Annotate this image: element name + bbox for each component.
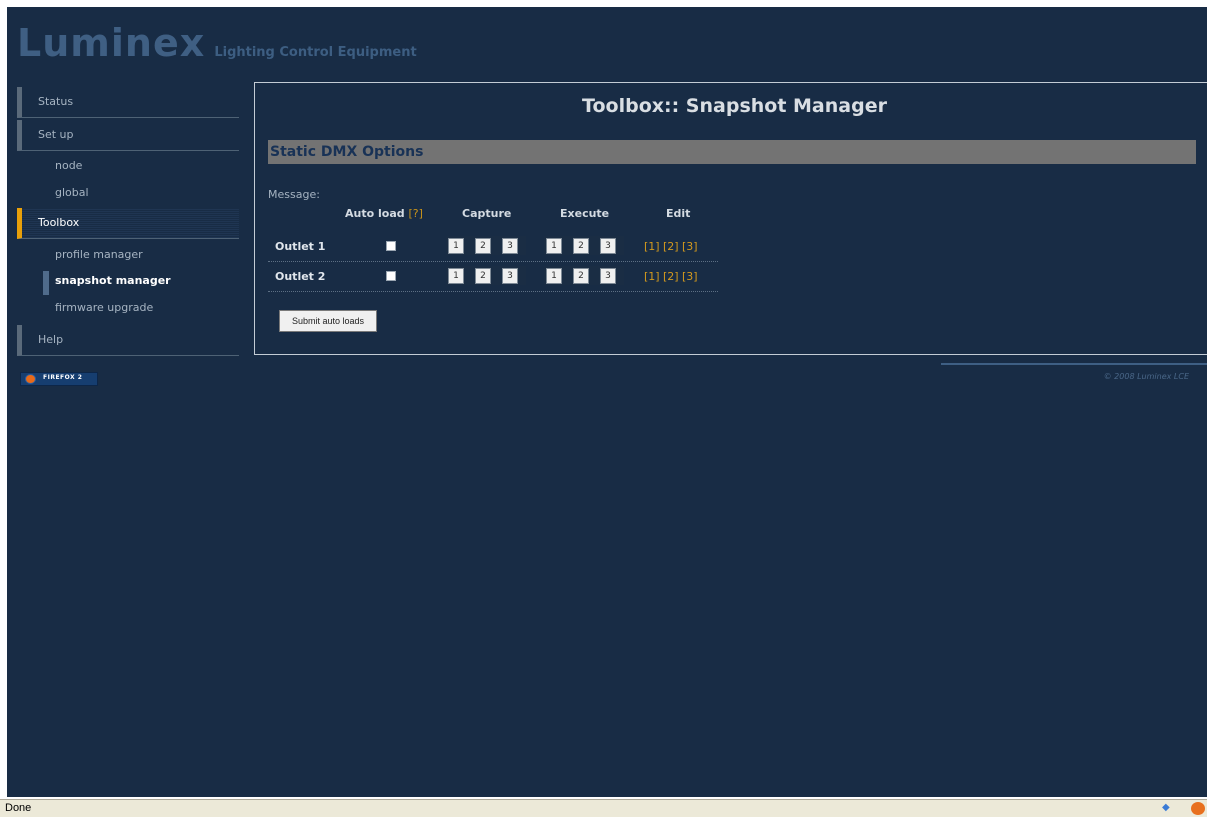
outlet-1-autoload-checkbox[interactable] <box>386 241 396 251</box>
outlet-1-execute-group: 1 2 3 <box>544 236 624 255</box>
outlet-1-edit-2-link[interactable]: [2] <box>663 240 679 253</box>
nav-toolbox-profile-manager[interactable]: profile manager <box>55 248 143 261</box>
autoload-help-link[interactable]: [?] <box>408 207 422 220</box>
outlet-2-execute-group: 1 2 3 <box>544 266 624 285</box>
outlet-2-execute-1-button[interactable]: 1 <box>546 268 562 284</box>
outlet-2-edit-1-link[interactable]: [1] <box>644 270 660 283</box>
header-edit: Edit <box>666 207 691 220</box>
header-execute: Execute <box>560 207 610 220</box>
message-label: Message: <box>268 188 320 201</box>
nav-help[interactable]: Help <box>17 325 239 356</box>
copyright-text: © 2008 Luminex LCE <box>1103 372 1189 381</box>
nav-toolbox-snapshot-manager[interactable]: snapshot manager <box>55 274 171 287</box>
section-title: Static DMX Options <box>270 144 424 160</box>
outlet-1-execute-3-button[interactable]: 3 <box>600 238 616 254</box>
outlet-2-label: Outlet 2 <box>275 270 326 283</box>
outlet-1-execute-1-button[interactable]: 1 <box>546 238 562 254</box>
outlet-1-capture-2-button[interactable]: 2 <box>475 238 491 254</box>
logo-wordmark: Luminex <box>17 21 206 65</box>
outlet-1-execute-2-button[interactable]: 2 <box>573 238 589 254</box>
firefox-status-icon[interactable] <box>1191 802 1205 815</box>
firefox-icon <box>25 374 36 384</box>
outlet-1-edit-3-link[interactable]: [3] <box>682 240 698 253</box>
outlet-2-autoload-checkbox[interactable] <box>386 271 396 281</box>
header-autoload-label: Auto load <box>345 207 405 220</box>
outlet-2-capture-2-button[interactable]: 2 <box>475 268 491 284</box>
firefox-badge-label: FIREFOX 2 <box>43 374 83 381</box>
outlet-2-capture-3-button[interactable]: 3 <box>502 268 518 284</box>
section-header: Static DMX Options <box>268 140 1196 164</box>
outlet-2-execute-2-button[interactable]: 2 <box>573 268 589 284</box>
nav-toolbox[interactable]: Toolbox <box>17 208 239 239</box>
footer-divider <box>941 363 1207 365</box>
network-icon[interactable]: ◆ <box>1162 802 1176 814</box>
submit-auto-loads-button[interactable]: Submit auto loads <box>279 310 377 332</box>
nav-setup-node[interactable]: node <box>55 159 82 172</box>
outlet-2-capture-group: 1 2 3 <box>446 266 526 285</box>
outlet-1-capture-group: 1 2 3 <box>446 236 526 255</box>
page-title: Toolbox:: Snapshot Manager <box>582 95 887 117</box>
nav-toolbox-firmware-upgrade[interactable]: firmware upgrade <box>55 301 153 314</box>
browser-statusbar: Done ◆ <box>0 799 1207 817</box>
outlet-1-capture-3-button[interactable]: 3 <box>502 238 518 254</box>
outlet-1-capture-1-button[interactable]: 1 <box>448 238 464 254</box>
outlet-2-capture-1-button[interactable]: 1 <box>448 268 464 284</box>
nav-status[interactable]: Status <box>17 87 239 118</box>
outlet-1-label: Outlet 1 <box>275 240 326 253</box>
luminex-logo[interactable]: Luminex Lighting Control Equipment <box>17 21 417 65</box>
firefox-badge[interactable]: FIREFOX 2 <box>20 372 98 386</box>
current-page-marker <box>43 271 49 295</box>
outlet-2-edit-3-link[interactable]: [3] <box>682 270 698 283</box>
nav-setup[interactable]: Set up <box>17 120 239 151</box>
status-text: Done <box>5 802 32 814</box>
row-divider <box>268 261 718 262</box>
content-panel: Toolbox:: Snapshot Manager Static DMX Op… <box>254 82 1207 355</box>
nav-setup-global[interactable]: global <box>55 186 89 199</box>
outlet-2-execute-3-button[interactable]: 3 <box>600 268 616 284</box>
logo-tagline: Lighting Control Equipment <box>214 45 417 60</box>
header-capture: Capture <box>462 207 512 220</box>
outlet-2-edit-2-link[interactable]: [2] <box>663 270 679 283</box>
row-divider <box>268 291 718 292</box>
page: Luminex Lighting Control Equipment Statu… <box>7 7 1207 797</box>
outlet-1-edit-1-link[interactable]: [1] <box>644 240 660 253</box>
header-autoload: Auto load [?] <box>345 207 423 220</box>
